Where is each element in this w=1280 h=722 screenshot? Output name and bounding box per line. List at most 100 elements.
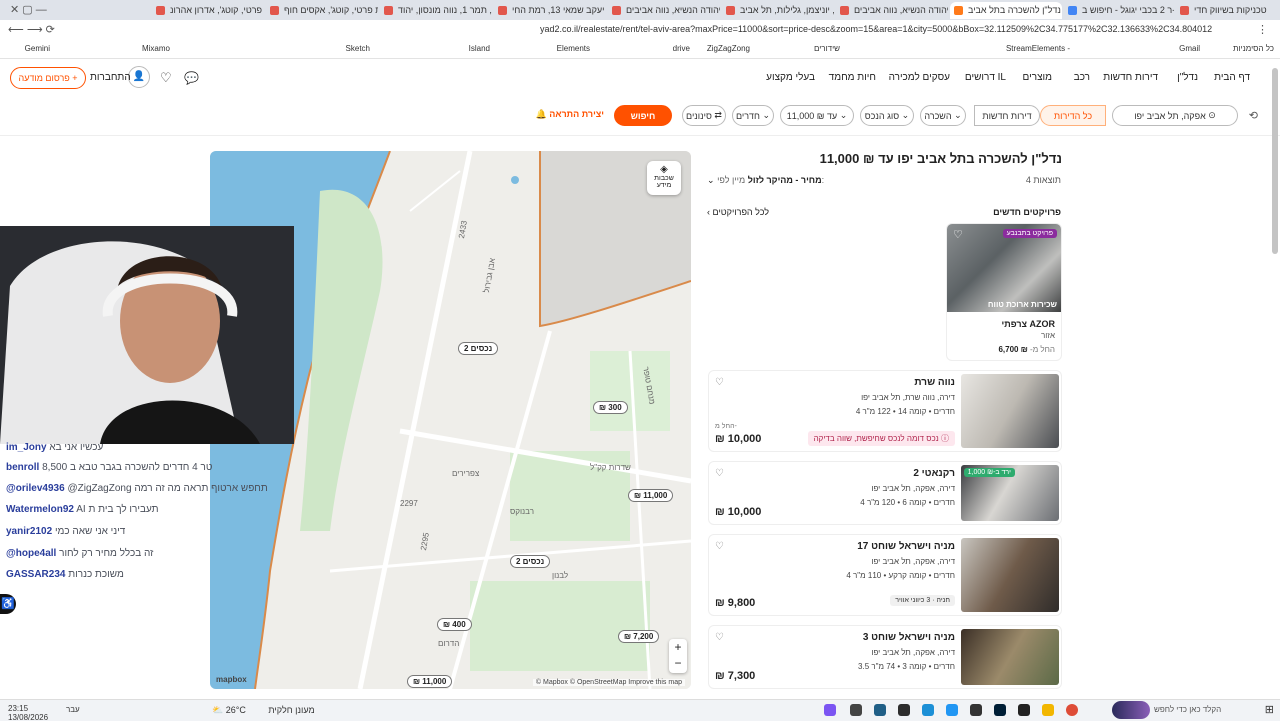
chrome-icon[interactable] [1066, 704, 1078, 716]
rooms-dropdown[interactable]: חדרים ⌄ [732, 105, 774, 126]
more-filters-button[interactable]: סינונים ⇄ [682, 105, 726, 126]
app-icon[interactable] [946, 704, 958, 716]
photoshop-icon[interactable] [994, 704, 1006, 716]
language-indicator[interactable]: עבר [66, 705, 80, 714]
nav-pets[interactable]: חיות מחמד [829, 72, 876, 83]
all-projects-label: לכל הפרויקטים [712, 207, 770, 217]
app-icon[interactable] [922, 704, 934, 716]
bookmark[interactable]: drive [673, 44, 690, 53]
search-button[interactable]: חיפוש [614, 105, 672, 126]
sort-dropdown[interactable]: ⌄ מחיר - מהיקר לזול מיין לפי: [707, 175, 824, 186]
map-pin[interactable]: ₪ 11,000 [407, 675, 453, 688]
map-pin[interactable]: ₪ 400 [437, 618, 472, 631]
zoom-out-button[interactable]: − [669, 655, 687, 671]
browser-tab[interactable]: דירה, יוניצמן, גלילות, תל אביב [722, 2, 834, 19]
start-icon[interactable]: ⊞ [1265, 703, 1274, 716]
folder-icon[interactable] [1042, 704, 1054, 716]
listing-address: דירה, אפקה, תל אביב יפו [871, 648, 955, 657]
browser-tab[interactable]: ר 2 בכבי יגוגל - חיפוש ב-Google [1064, 2, 1174, 19]
accessibility-icon[interactable]: ♿ [0, 594, 16, 614]
listing-price: ₪ 7,300 [715, 670, 756, 682]
all-projects-link[interactable]: ‹ לכל הפרויקטים [707, 207, 769, 217]
bookmark[interactable]: StreamElements - [1006, 44, 1070, 53]
listing-card[interactable]: ירד ב-₪ 1,000 רקנאטי 2 דירה, אפקה, תל אב… [708, 461, 1062, 525]
listing-details: 4 חדרים • קומה 6 • 120 מ"ר [860, 498, 955, 507]
map-pin[interactable]: 2 נכסים [458, 342, 499, 355]
property-type-dropdown[interactable]: סוג הנכס ⌄ [860, 105, 914, 126]
taskbar-search-input[interactable]: הקלד כאן כדי לחפש [1154, 705, 1221, 714]
login-link[interactable]: התחברות [90, 72, 131, 83]
nav-products[interactable]: מוצרים [1023, 72, 1052, 83]
browser-tab[interactable]: בית פרטי, קוטג', אדרון אהרונ [152, 2, 264, 19]
chevron-down-icon: ⌄ [839, 110, 848, 120]
nav-businesses[interactable]: עסקים למכירה [889, 72, 950, 83]
bookmark[interactable]: Gmail [1179, 44, 1200, 53]
bookmark[interactable]: Island [469, 44, 490, 53]
bookmark[interactable]: ZigZagZong [707, 44, 750, 53]
heart-icon[interactable]: ♡ [715, 632, 724, 643]
nav-jobs[interactable]: דרושים IL [965, 72, 1006, 83]
map-layers-button[interactable]: ◈ שכבות מידע [647, 161, 681, 195]
nav-home[interactable]: דף הבית [1214, 72, 1250, 83]
app-icon[interactable] [850, 704, 862, 716]
bookmark[interactable]: שידורים [814, 44, 840, 53]
street-label: שדרות קק"ל [590, 463, 631, 472]
app-icon[interactable] [898, 704, 910, 716]
page-scrollbar[interactable] [1272, 68, 1278, 254]
location-search-input[interactable]: אפקה, תל אביב יפו ⊙ [1112, 105, 1238, 126]
filters-label: סינונים [686, 110, 712, 121]
project-card[interactable]: פרויקט בתבנבע ♡ שכירות ארוכת טווח צרפתי … [946, 223, 1062, 361]
zoom-in-button[interactable]: + [669, 639, 687, 655]
taskbar: 23:15 13/08/2026 עבר ⛅ 26°C מעונן חלקית … [0, 699, 1280, 722]
browser-tab-active[interactable]: נדל"ן להשכרה בתל אביב [950, 2, 1062, 19]
nav-realestate[interactable]: נדל"ן [1177, 72, 1198, 83]
bookmark[interactable]: Sketch [346, 44, 370, 53]
browser-tab[interactable]: דירה, יהודה הנשיא, נווה אביבים [608, 2, 720, 19]
listing-card[interactable]: מניה וישראל שוחט 17 דירה, אפקה, תל אביב … [708, 534, 1062, 616]
listing-card[interactable]: מניה וישראל שוחט 3 דירה, אפקה, תל אביב י… [708, 625, 1062, 689]
heart-icon[interactable]: ♡ [953, 228, 963, 241]
segment-all-apartments[interactable]: כל הדירות [1040, 105, 1106, 126]
window-controls-icon[interactable]: ✕ ▢ — [10, 3, 47, 16]
map-pin[interactable]: 2 נכסים [510, 555, 551, 568]
listing-card[interactable]: נווה שרת דירה, נווה שרת, תל אביב יפו 4 ח… [708, 370, 1062, 452]
nav-new-apartments[interactable]: דירות חדשות [1103, 72, 1158, 83]
browser-tab[interactable]: דירה, תמר 1, נווה מונסון, יהוד [380, 2, 492, 19]
user-icon[interactable]: 👤 [128, 66, 150, 88]
rent-dropdown[interactable]: השכרה ⌄ [920, 105, 966, 126]
app-icon[interactable] [824, 704, 836, 716]
nav-arrows-icon[interactable]: ⟵ ⟶ ⟳ [8, 23, 55, 36]
browser-tab[interactable]: דירה, יעקב שמאי 13, רמת החי [494, 2, 606, 19]
nav-vehicles[interactable]: רכב [1074, 72, 1090, 83]
heart-icon[interactable]: ♡ [160, 70, 172, 86]
heart-icon[interactable]: ♡ [715, 377, 724, 388]
create-alert-button[interactable]: 🔔 יצירת התראה [536, 109, 604, 120]
weather-widget[interactable]: ⛅ 26°C מעונן חלקית [212, 705, 315, 716]
post-ad-button[interactable]: פרסום מודעה + [10, 67, 86, 89]
chat-icon[interactable]: 💬 [184, 71, 199, 85]
map-pin[interactable]: ₪ 300 [593, 401, 628, 414]
heart-icon[interactable]: ♡ [715, 541, 724, 552]
bookmark[interactable]: Mixamo [142, 44, 170, 53]
browser-tab[interactable]: בית פרטי, קוטג', אקסים חוף [266, 2, 378, 19]
segment-new-apartments[interactable]: דירות חדשות [974, 105, 1040, 126]
app-icon[interactable] [874, 704, 886, 716]
heart-icon[interactable]: ♡ [715, 468, 724, 479]
project-banner: שכירות ארוכת טווח [987, 300, 1057, 309]
history-icon[interactable]: ⟲ [1249, 109, 1258, 122]
app-icon[interactable] [970, 704, 982, 716]
map-pin[interactable]: ₪ 7,200 [618, 630, 660, 643]
url-field[interactable]: yad2.co.il/realestate/rent/tel-aviv-area… [540, 24, 1212, 34]
app-icon[interactable] [1018, 704, 1030, 716]
browser-menu-icon[interactable]: ⋮ [1257, 23, 1268, 36]
bookmark[interactable]: Elements [557, 44, 590, 53]
map-pin[interactable]: ₪ 11,000 [628, 489, 674, 502]
nav-professionals[interactable]: בעלי מקצוע [766, 72, 815, 83]
bookmark[interactable]: Gemini [25, 44, 50, 53]
browser-tab[interactable]: דירה, יהודה הנשיא, נווה אביבים [836, 2, 948, 19]
price-dropdown[interactable]: עד ₪ 11,000 ⌄ [780, 105, 854, 126]
map-attribution[interactable]: © Mapbox © OpenStreetMap Improve this ma… [532, 679, 685, 686]
browser-tab[interactable]: טכניקות בשיווק חדי - Studio [1176, 2, 1268, 19]
bookmark[interactable]: כל הסימניות [1233, 44, 1274, 53]
alert-label: יצירת התראה [549, 109, 604, 119]
